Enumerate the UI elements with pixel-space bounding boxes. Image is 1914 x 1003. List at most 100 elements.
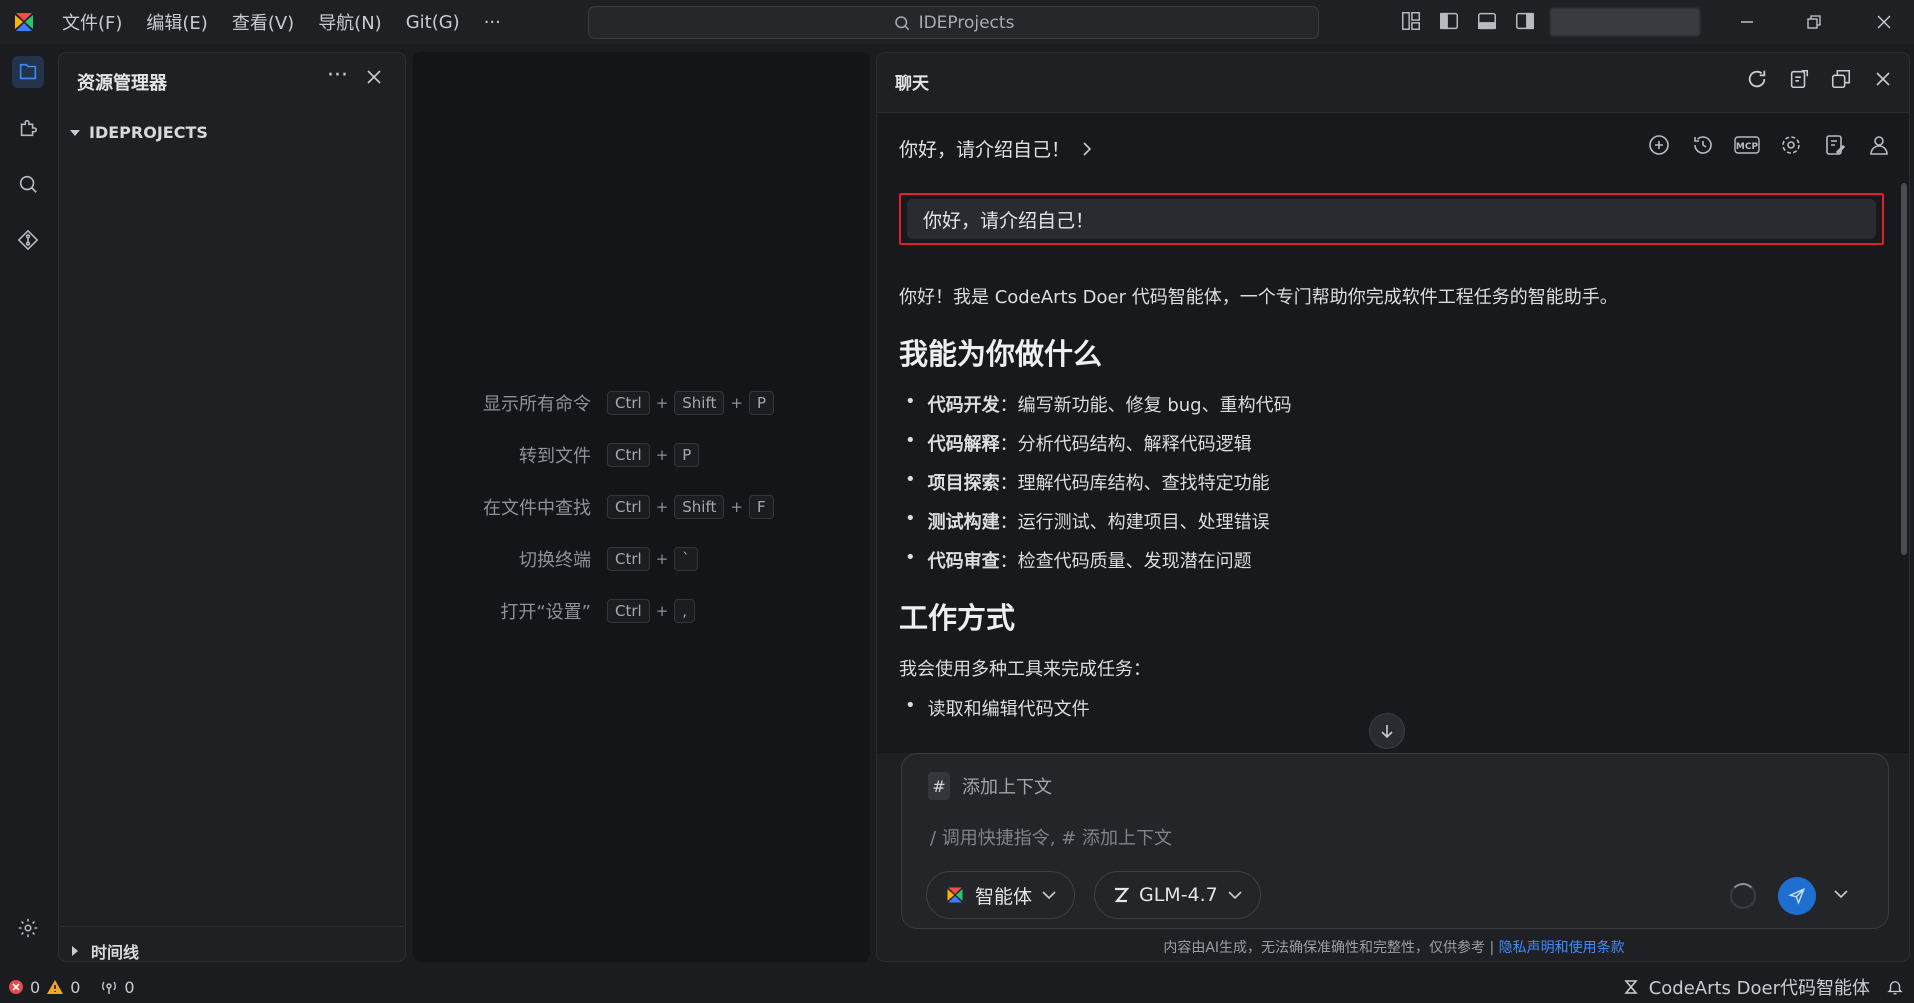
menu-view[interactable]: 查看(V) <box>232 9 294 35</box>
add-context-button[interactable]: # 添加上下文 <box>928 772 1052 800</box>
key: Ctrl <box>607 599 650 623</box>
extensions-icon <box>20 119 38 137</box>
disclaimer-text: 内容由AI生成，无法确保准确性和完整性，仅供参考 | <box>1163 940 1495 956</box>
new-chat-button[interactable] <box>1645 131 1673 159</box>
popout-button[interactable] <box>1829 67 1853 91</box>
response-heading: 工作方式 <box>899 601 1016 635</box>
key: Ctrl <box>607 547 650 571</box>
shortcut-row: 显示所有命令 Ctrl + Shift + P <box>451 390 775 416</box>
send-button[interactable] <box>1778 877 1816 915</box>
hash-icon: # <box>928 772 950 800</box>
agent-logo-icon <box>947 887 963 903</box>
key: , <box>674 599 696 623</box>
workspace-root[interactable]: IDEPROJECTS <box>69 123 208 142</box>
conversation-title: 你好，请介绍自己！ <box>899 139 1071 161</box>
chevron-down-icon <box>1228 891 1242 900</box>
command-search[interactable]: IDEProjects <box>588 6 1319 39</box>
list-item: 项目探索：理解代码库结构、查找特定功能 <box>899 469 1879 495</box>
model-selector[interactable]: GLM-4.7 <box>1094 871 1261 919</box>
activity-search[interactable] <box>12 168 44 200</box>
refresh-button[interactable] <box>1745 67 1769 91</box>
menu-navigate[interactable]: 导航(N) <box>318 9 382 35</box>
key: Ctrl <box>607 443 650 467</box>
ports-count: 0 <box>124 977 135 997</box>
mode-selector[interactable]: 智能体 <box>926 871 1076 919</box>
menu-more[interactable]: ··· <box>484 12 501 33</box>
popout-icon <box>1831 69 1851 89</box>
shortcut-row: 在文件中查找 Ctrl + Shift + F <box>451 494 774 520</box>
activity-settings[interactable] <box>12 912 44 944</box>
user-message-highlight: 你好，请介绍自己！ <box>899 193 1884 245</box>
chat-panel: 聊天 你好，请介绍自己！ MCP 你好，请介绍自己！ 你好！我是 CodeArt… <box>876 52 1910 962</box>
agent-status[interactable]: CodeArts Doer代码智能体 <box>1623 974 1870 1000</box>
chat-composer: # 添加上下文 / 调用快捷指令, # 添加上下文 智能体 GLM-4.7 <box>901 753 1889 929</box>
key: Ctrl <box>607 391 650 415</box>
menu-file[interactable]: 文件(F) <box>62 9 122 35</box>
chat-toolbar: MCP <box>1645 131 1893 159</box>
chevron-right-icon <box>72 946 78 956</box>
list-item: 代码解释：分析代码结构、解释代码逻辑 <box>899 430 1879 456</box>
files-icon <box>19 63 37 80</box>
toggle-primary-sidebar-icon[interactable] <box>1438 10 1460 32</box>
svg-text:MCP: MCP <box>1736 142 1759 152</box>
toggle-panel-icon[interactable] <box>1476 10 1498 32</box>
add-circle-icon <box>1649 135 1669 155</box>
chat-scrollbar[interactable] <box>1901 183 1907 555</box>
shortcut-label: 切换终端 <box>519 550 591 571</box>
conversation-breadcrumb[interactable]: 你好，请介绍自己！ <box>899 135 1092 162</box>
key: Shift <box>674 391 725 415</box>
toggle-secondary-sidebar-icon[interactable] <box>1514 10 1536 32</box>
ports-icon <box>102 981 117 994</box>
error-count: 0 <box>30 977 41 997</box>
close-chat-button[interactable] <box>1871 67 1895 91</box>
git-icon <box>17 229 39 251</box>
explorer-more-button[interactable]: ··· <box>327 63 348 88</box>
explorer-title: 资源管理器 <box>77 73 167 94</box>
mcp-button[interactable]: MCP <box>1733 131 1761 159</box>
key: P <box>748 391 775 415</box>
rules-button[interactable] <box>1821 131 1849 159</box>
workspace-root-label: IDEPROJECTS <box>89 123 208 142</box>
close-icon <box>1877 15 1891 29</box>
minimize-button[interactable] <box>1733 8 1761 36</box>
response-intro: 你好！我是 CodeArts Doer 代码智能体，一个专门帮助你完成软件工程任… <box>899 287 1618 308</box>
agent-status-label: CodeArts Doer代码智能体 <box>1648 978 1870 999</box>
list-item: 测试构建：运行测试、构建项目、处理错误 <box>899 508 1879 534</box>
chevron-right-icon <box>1083 141 1092 156</box>
activity-bar <box>0 44 56 964</box>
external-edit-icon <box>1790 69 1809 89</box>
notification-bell-icon[interactable] <box>1886 978 1904 996</box>
user-message[interactable]: 你好，请介绍自己！ <box>907 199 1876 239</box>
gear-icon <box>1782 136 1800 154</box>
menu-git[interactable]: Git(G) <box>406 12 460 33</box>
close-window-button[interactable] <box>1870 8 1898 36</box>
open-in-editor-button[interactable] <box>1787 67 1811 91</box>
user-icon <box>1870 136 1888 155</box>
activity-explorer[interactable] <box>12 56 44 88</box>
account-area[interactable] <box>1550 8 1700 36</box>
history-button[interactable] <box>1689 131 1717 159</box>
chevron-down-icon <box>70 129 80 136</box>
problems-indicator[interactable]: 0 0 0 <box>8 978 135 997</box>
search-icon <box>894 15 909 30</box>
restore-button[interactable] <box>1800 8 1828 36</box>
activity-source-control[interactable] <box>12 224 44 256</box>
menu-edit[interactable]: 编辑(E) <box>146 9 207 35</box>
profile-button[interactable] <box>1865 131 1893 159</box>
shortcut-row: 切换终端 Ctrl + ` <box>451 546 698 572</box>
customize-layout-icon[interactable] <box>1400 10 1422 32</box>
explorer-close-button[interactable] <box>367 65 381 90</box>
privacy-link[interactable]: 隐私声明和使用条款 <box>1499 940 1625 956</box>
warning-count: 0 <box>70 977 81 997</box>
activity-extensions[interactable] <box>12 112 44 144</box>
scroll-to-bottom-button[interactable] <box>1369 713 1405 749</box>
shortcut-label: 打开“设置” <box>500 602 591 623</box>
chat-input[interactable]: / 调用快捷指令, # 添加上下文 <box>930 824 1172 850</box>
ai-disclaimer: 内容由AI生成，无法确保准确性和完整性，仅供参考 | 隐私声明和使用条款 <box>877 937 1909 957</box>
chat-settings-button[interactable] <box>1777 131 1805 159</box>
editor-area: 显示所有命令 Ctrl + Shift + P 转到文件 Ctrl + P 在文件中查… <box>413 52 870 962</box>
timeline-label: 时间线 <box>91 943 140 962</box>
timeline-section[interactable]: 时间线 <box>59 926 405 975</box>
search-label: IDEProjects <box>918 12 1015 33</box>
send-options-button[interactable] <box>1834 884 1848 903</box>
